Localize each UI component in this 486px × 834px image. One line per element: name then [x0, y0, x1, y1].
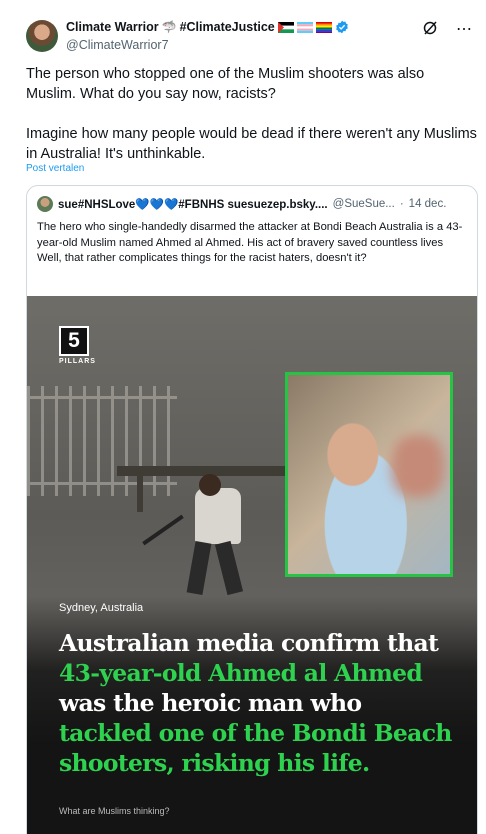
- more-icon[interactable]: ⋯: [456, 22, 472, 38]
- translate-link[interactable]: Post vertalen: [26, 163, 84, 174]
- quote-separator: ·: [399, 198, 404, 210]
- quote-header: sue#NHSLove💙💙💙#FBNHS suesuezep.bsky.... …: [37, 196, 446, 212]
- headline-line: shooters, risking his life.: [59, 749, 370, 777]
- five-pillars-logo: 5: [59, 326, 89, 356]
- trans-flag-icon: [296, 21, 313, 33]
- five-pillars-logo-text: PILLARS: [59, 358, 96, 365]
- bench-leg-graphic: [137, 474, 143, 512]
- quote-body: The hero who single-handedly disarmed th…: [37, 220, 467, 267]
- post-body: The person who stopped one of the Muslim…: [26, 64, 478, 184]
- avatar[interactable]: [26, 20, 58, 52]
- quote-handle[interactable]: @SueSue...: [333, 198, 395, 210]
- shark-icon: 🦈: [161, 20, 177, 34]
- post-paragraph: Imagine how many people would be dead if…: [26, 126, 477, 162]
- quote-avatar[interactable]: [37, 196, 53, 212]
- quote-date[interactable]: 14 dec.: [409, 198, 447, 210]
- inset-photo: [285, 372, 453, 577]
- media-headline: Australian media confirm that 43-year-ol…: [59, 628, 469, 778]
- headline-line: was the heroic man who: [59, 689, 362, 717]
- author-name[interactable]: Climate Warrior: [66, 20, 159, 34]
- headline-line: 43-year-old Ahmed al Ahmed: [59, 659, 423, 687]
- quote-author-name[interactable]: sue#NHSLove💙💙💙#FBNHS suesuezep.bsky....: [58, 197, 328, 211]
- quote-media-image[interactable]: 5 PILLARS Sydney, Australia Australian m…: [27, 296, 477, 834]
- media-location: Sydney, Australia: [59, 602, 144, 614]
- author-tag: #ClimateJustice: [179, 20, 275, 34]
- blurred-face: [392, 435, 444, 497]
- palestine-flag-icon: [277, 21, 294, 33]
- post-actions: ⋯: [422, 20, 472, 40]
- quoted-post[interactable]: sue#NHSLove💙💙💙#FBNHS suesuezep.bsky.... …: [26, 185, 478, 834]
- author-row: Climate Warrior 🦈 #ClimateJustice: [66, 20, 349, 34]
- headline-line: tackled one of the Bondi Beach: [59, 719, 452, 747]
- grok-icon[interactable]: [422, 20, 438, 40]
- media-tagline: What are Muslims thinking?: [59, 806, 170, 816]
- quote-line: Well, that rather complicates things for…: [37, 252, 367, 264]
- fence-graphic: [27, 386, 177, 496]
- quote-line: The hero who single-handedly disarmed th…: [37, 221, 463, 249]
- post-paragraph: The person who stopped one of the Muslim…: [26, 66, 425, 102]
- author-handle[interactable]: @ClimateWarrior7: [66, 38, 169, 52]
- person-graphic: [177, 474, 257, 596]
- rainbow-flag-icon: [315, 21, 332, 33]
- headline-line: Australian media confirm that: [59, 629, 439, 657]
- verified-badge-icon: [335, 20, 348, 34]
